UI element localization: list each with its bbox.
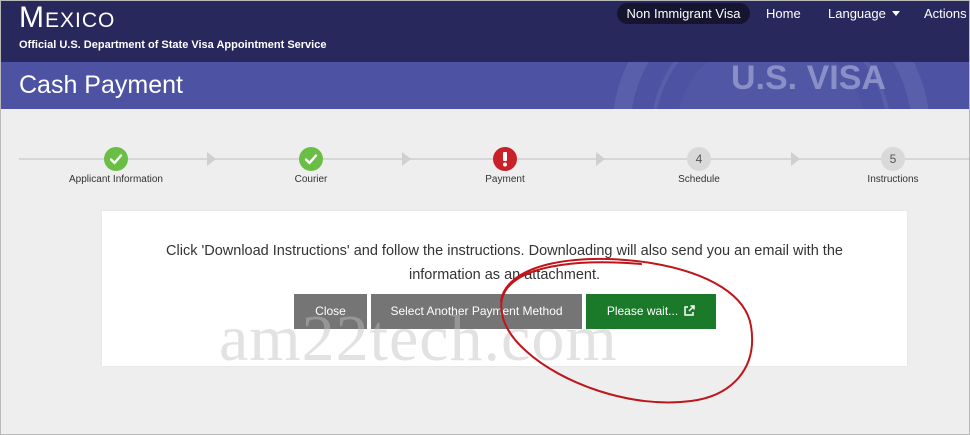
nav-language[interactable]: Language xyxy=(828,6,900,21)
check-icon xyxy=(299,147,323,171)
step-schedule: 4 Schedule xyxy=(624,147,774,185)
site-watermark: am22tech.com xyxy=(219,302,618,375)
page-title: Cash Payment xyxy=(19,71,183,99)
payment-instructions: Click 'Download Instructions' and follow… xyxy=(166,243,843,283)
top-navbar: Mexico Official U.S. Department of State… xyxy=(1,1,969,62)
check-icon xyxy=(104,147,128,171)
nav-language-label: Language xyxy=(828,6,886,21)
step-courier: Courier xyxy=(236,147,386,185)
step-number: 5 xyxy=(881,147,905,171)
page-header: U.S. VISA Cash Payment xyxy=(1,62,969,109)
step-payment: Payment xyxy=(430,147,580,185)
visa-seal-watermark: U.S. VISA xyxy=(613,62,929,109)
step-label: Schedule xyxy=(678,174,720,185)
step-label: Applicant Information xyxy=(69,174,163,185)
site-subtitle: Official U.S. Department of State Visa A… xyxy=(19,39,327,51)
chevron-right-icon xyxy=(207,152,216,166)
step-label: Payment xyxy=(485,174,525,185)
caret-down-icon xyxy=(891,11,900,16)
step-number: 4 xyxy=(687,147,711,171)
step-applicant-information: Applicant Information xyxy=(41,147,191,185)
seal-text: U.S. VISA xyxy=(731,62,886,97)
chevron-right-icon xyxy=(402,152,411,166)
step-label: Courier xyxy=(294,174,328,185)
chevron-right-icon xyxy=(596,152,605,166)
nav-home[interactable]: Home xyxy=(766,6,801,21)
step-label: Instructions xyxy=(867,174,919,185)
nav-actions[interactable]: Actions xyxy=(924,6,967,21)
chevron-right-icon xyxy=(791,152,800,166)
external-link-icon xyxy=(684,305,695,316)
nav-non-immigrant-visa[interactable]: Non Immigrant Visa xyxy=(617,3,750,24)
exclamation-icon xyxy=(493,147,517,171)
step-instructions: 5 Instructions xyxy=(818,147,968,185)
site-brand[interactable]: Mexico xyxy=(19,1,115,35)
